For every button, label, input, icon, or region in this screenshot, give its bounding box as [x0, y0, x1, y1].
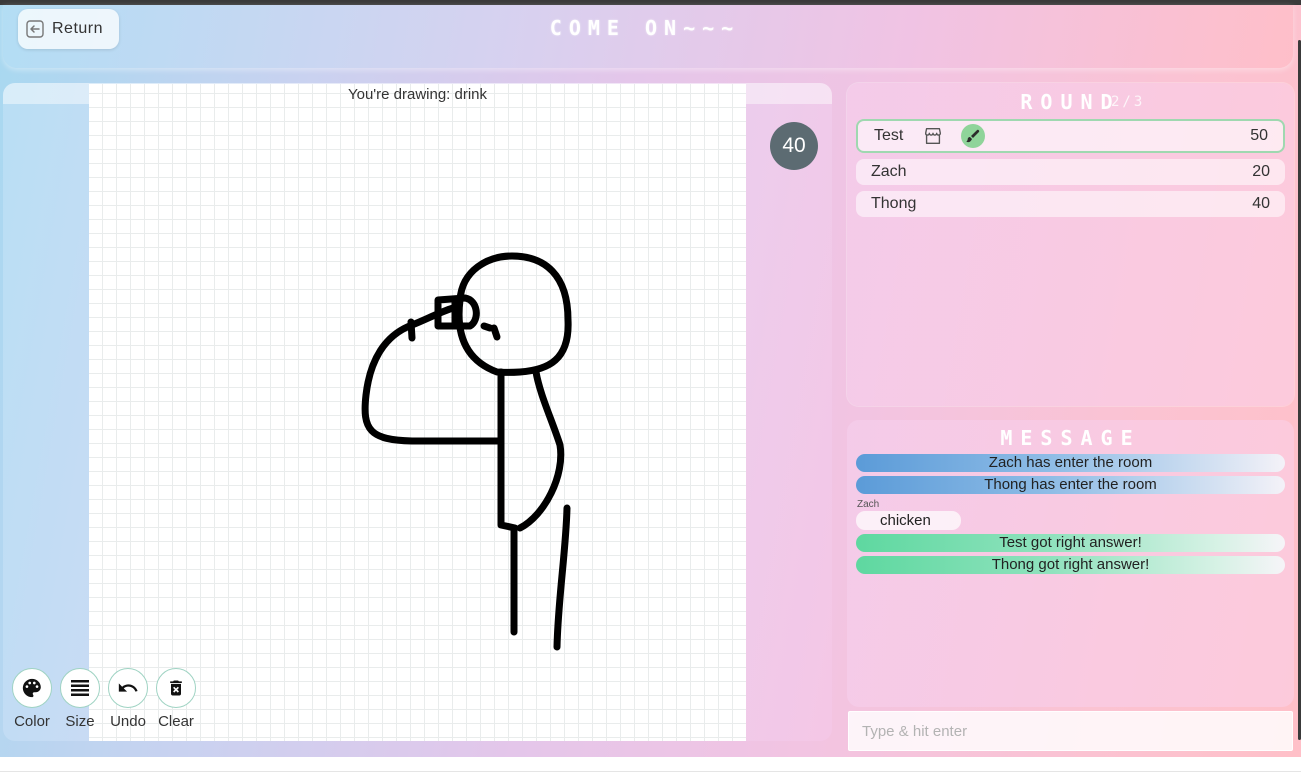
player-score: 40 [1252, 195, 1270, 212]
chat-sender-name: Zach [857, 499, 880, 510]
drawing-word-label: You're drawing: drink [347, 86, 488, 103]
round-title: ROUND [1020, 90, 1121, 114]
lines-icon[interactable] [60, 668, 100, 708]
player-name: Thong [871, 195, 917, 212]
drawing-canvas[interactable] [89, 84, 746, 741]
clear-tool-label: Clear [158, 713, 194, 730]
size-tool[interactable]: Size [56, 668, 104, 730]
player-row-zach: Zach 20 [856, 159, 1285, 185]
message-title: MESSAGE [1000, 426, 1141, 450]
drawing-toolbar: Color Size Undo Clear [8, 668, 200, 730]
player-score: 20 [1252, 163, 1270, 180]
player-name: Zach [871, 163, 907, 180]
drawing-strokes [361, 252, 572, 651]
page-footer-area [0, 757, 1301, 776]
stroke-body-left [497, 368, 519, 532]
color-tool[interactable]: Color [8, 668, 56, 730]
return-icon [26, 20, 44, 38]
player-score: 50 [1250, 127, 1268, 144]
page-scrollbar[interactable] [1295, 40, 1301, 750]
chat-message: chicken [856, 511, 961, 530]
stroke-body-right [516, 368, 565, 532]
player-name: Test [874, 127, 904, 144]
color-tool-label: Color [14, 713, 50, 730]
system-message-join: Thong has enter the room [856, 476, 1285, 494]
stroke-arm [361, 304, 503, 445]
stroke-leg-right [553, 504, 571, 651]
undo-tool[interactable]: Undo [104, 668, 152, 730]
return-button[interactable]: Return [18, 9, 119, 49]
return-label: Return [52, 20, 104, 37]
size-tool-label: Size [65, 713, 95, 730]
undo-tool-label: Undo [110, 713, 146, 730]
system-message-correct: Thong got right answer! [856, 556, 1285, 574]
clear-tool[interactable]: Clear [152, 668, 200, 730]
round-counter: 2/3 [1111, 94, 1146, 110]
brush-icon [961, 124, 986, 148]
system-message-join: Zach has enter the room [856, 454, 1285, 472]
chat-input[interactable] [848, 711, 1293, 751]
page-title: COME ON~~~ [549, 16, 741, 40]
player-row-thong: Thong 40 [856, 191, 1285, 217]
footer-divider [0, 771, 1301, 772]
player-row-test: Test 50 [856, 119, 1285, 153]
trash-icon[interactable] [156, 668, 196, 708]
store-icon [921, 124, 945, 148]
palette-icon[interactable] [12, 668, 52, 708]
undo-icon[interactable] [108, 668, 148, 708]
system-message-correct: Test got right answer! [856, 534, 1285, 552]
countdown-timer: 40 [770, 122, 818, 170]
